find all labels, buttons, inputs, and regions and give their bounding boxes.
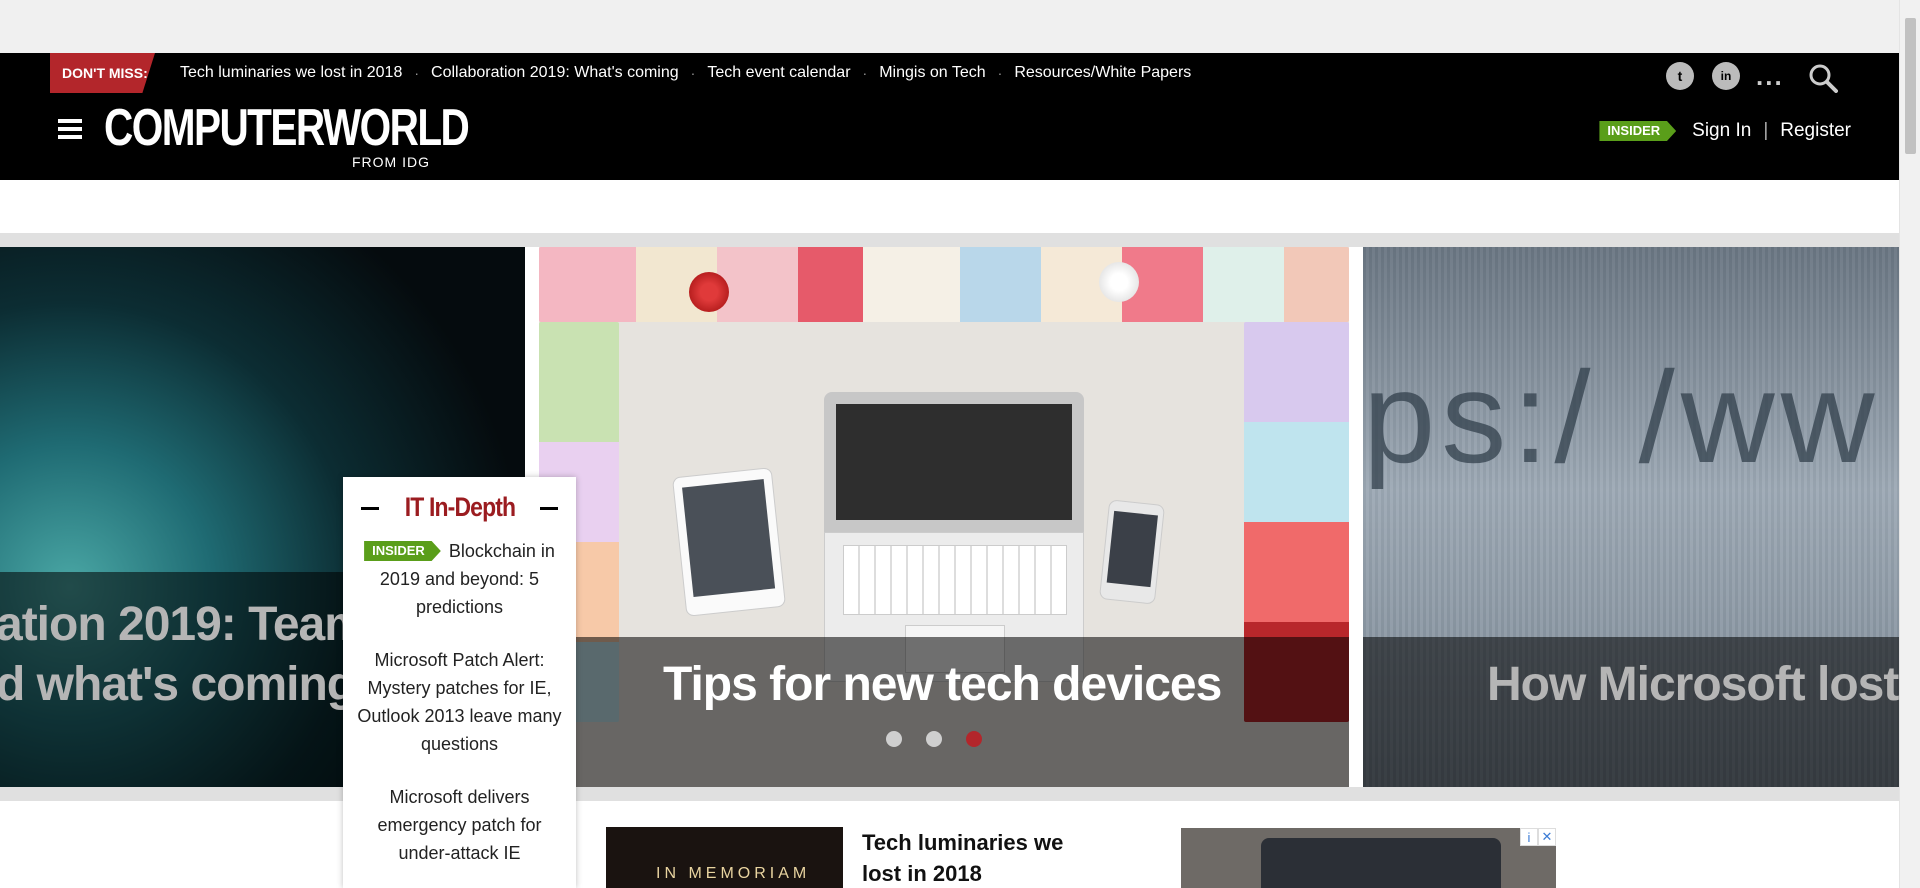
carousel-dots bbox=[886, 731, 982, 747]
tablet-image bbox=[671, 467, 787, 617]
ad-controls: i ✕ bbox=[1520, 828, 1556, 846]
carousel-top-border bbox=[0, 233, 1899, 247]
it-in-depth-item[interactable]: Microsoft Patch Alert: Mystery patches f… bbox=[343, 646, 576, 758]
browser-top-strip bbox=[0, 0, 1920, 53]
auth-divider: | bbox=[1763, 120, 1769, 141]
adchoices-icon[interactable]: i bbox=[1520, 828, 1538, 846]
more-button[interactable]: ... bbox=[1756, 61, 1784, 92]
slide-title: Tips for new tech devices bbox=[663, 658, 1222, 711]
slide-title: How Microsoft lost th bbox=[1487, 658, 1899, 711]
nav-link-tech-event-calendar[interactable]: Tech event calendar bbox=[707, 64, 850, 82]
sign-in-link[interactable]: Sign In bbox=[1692, 120, 1751, 142]
dont-miss-label: DON'T MISS: bbox=[50, 53, 155, 93]
auth-links: INSIDER Sign In | Register bbox=[1599, 120, 1851, 142]
nav-separator: · bbox=[862, 65, 868, 81]
phone-image bbox=[1098, 499, 1166, 605]
it-in-depth-item[interactable]: INSIDER Blockchain in 2019 and beyond: 5 … bbox=[343, 537, 576, 621]
insider-badge[interactable]: INSIDER bbox=[1599, 121, 1677, 141]
computerworld-logo[interactable]: COMPUTERWORLD FROM IDG bbox=[104, 99, 571, 170]
more-icon: ... bbox=[1756, 61, 1784, 91]
it-item-text: Microsoft Patch Alert: Mystery patches f… bbox=[357, 650, 562, 754]
twitter-icon: t bbox=[1666, 62, 1694, 90]
nav-separator: · bbox=[997, 65, 1003, 81]
logo-wordmark: COMPUTERWORLD bbox=[104, 99, 470, 157]
it-in-depth-item[interactable]: Microsoft delivers emergency patch for u… bbox=[343, 783, 576, 867]
gift-bow bbox=[689, 272, 729, 312]
carousel-dot-3[interactable] bbox=[966, 731, 982, 747]
it-in-depth-title: IT In-Depth bbox=[404, 491, 515, 522]
ad-image bbox=[1261, 838, 1501, 888]
carousel-slide-active[interactable]: Tips for new tech devices bbox=[539, 247, 1349, 787]
collapse-icon[interactable] bbox=[540, 507, 558, 510]
linkedin-button[interactable]: in bbox=[1712, 62, 1740, 90]
nav-link-tech-luminaries[interactable]: Tech luminaries we lost in 2018 bbox=[180, 64, 402, 82]
nav-separator: · bbox=[414, 65, 420, 81]
gift-bow bbox=[1099, 262, 1139, 302]
carousel-dot-2[interactable] bbox=[926, 731, 942, 747]
search-icon bbox=[1809, 64, 1838, 93]
carousel-slide-next[interactable]: ps:/ /ww How Microsoft lost th bbox=[1363, 247, 1899, 787]
nav-separator: · bbox=[690, 65, 696, 81]
gift-row-top bbox=[539, 247, 1349, 322]
site-header: DON'T MISS: Tech luminaries we lost in 2… bbox=[0, 53, 1899, 180]
story-thumbnail[interactable]: IN MEMORIAM bbox=[606, 827, 843, 888]
scrollbar-thumb[interactable] bbox=[1905, 18, 1916, 154]
register-link[interactable]: Register bbox=[1780, 120, 1851, 142]
logo-subtitle: FROM IDG bbox=[352, 154, 430, 170]
nav-link-resources-white-papers[interactable]: Resources/White Papers bbox=[1014, 64, 1191, 82]
it-in-depth-header: IT In-Depth bbox=[343, 477, 576, 537]
nav-link-mingis-on-tech[interactable]: Mingis on Tech bbox=[879, 64, 985, 82]
twitter-button[interactable]: t bbox=[1666, 62, 1694, 90]
carousel-dot-1[interactable] bbox=[886, 731, 902, 747]
story-title[interactable]: Tech luminaries we lost in 2018 bbox=[862, 827, 1092, 888]
dont-miss-nav: Tech luminaries we lost in 2018 · Collab… bbox=[180, 53, 1191, 93]
close-icon[interactable]: ✕ bbox=[1538, 828, 1556, 846]
slide-title-line2: d what's coming bbox=[0, 658, 356, 711]
thumbnail-text: IN MEMORIAM bbox=[656, 865, 811, 882]
collapse-icon[interactable] bbox=[361, 507, 379, 510]
slide-background-text: ps:/ /ww bbox=[1363, 344, 1881, 490]
menu-icon[interactable] bbox=[58, 119, 82, 139]
advertisement[interactable]: i ✕ bbox=[1181, 828, 1556, 888]
carousel-bottom-border bbox=[0, 787, 1899, 801]
nav-link-collaboration-2019[interactable]: Collaboration 2019: What's coming bbox=[431, 64, 679, 82]
it-in-depth-panel: IT In-Depth INSIDER Blockchain in 2019 an… bbox=[343, 477, 576, 888]
search-button[interactable] bbox=[1808, 63, 1838, 93]
linkedin-icon: in bbox=[1712, 62, 1740, 90]
it-item-text: Microsoft delivers emergency patch for u… bbox=[377, 787, 542, 863]
page-scrollbar[interactable] bbox=[1899, 0, 1920, 888]
insider-badge: INSIDER bbox=[364, 541, 441, 561]
